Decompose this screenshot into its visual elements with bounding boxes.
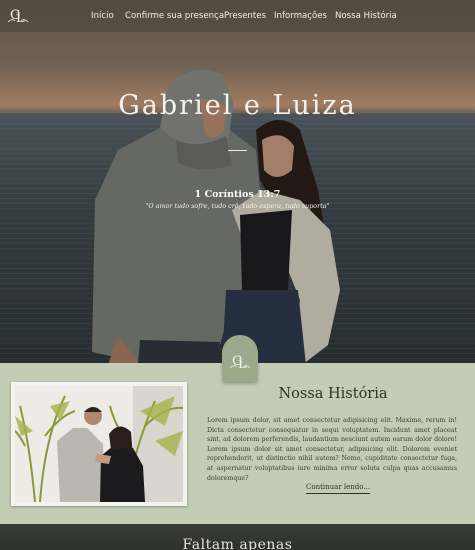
verse-reference: 1 Coríntios 13:7 [194,189,281,200]
nav-confirme-presenca[interactable]: Confirme sua presença [125,11,224,21]
couple-names-title: Gabriel e Luiza [118,90,357,121]
nav-presentes[interactable]: Presentes [224,11,266,21]
svg-text:L: L [16,11,25,26]
story-photo [15,386,183,502]
gl-monogram-icon: G L [229,354,251,372]
verse-text: "O amor tudo sofre, tudo crê, tudo esper… [145,202,330,210]
gl-monogram-icon[interactable]: G L [6,3,30,27]
hero-overlay [0,0,475,363]
story-body: Lorem ipsum dolor, sit amet consectetur … [207,417,457,482]
title-divider [228,150,247,151]
monogram-badge: G L [222,335,258,382]
story-title: Nossa História [278,386,388,402]
countdown-title: Faltam apenas [182,537,293,550]
hero-banner: Gabriel e Luiza 1 Coríntios 13:7 "O amor… [0,0,475,363]
countdown-section: Faltam apenas [0,524,475,550]
nav-nossa-historia[interactable]: Nossa História [335,11,397,21]
story-photo-frame [11,382,187,506]
svg-text:L: L [238,357,247,372]
continue-reading-link[interactable]: Continuar lendo... [306,483,371,494]
top-navbar: G L Início Confirme sua presença Present… [0,0,475,32]
nav-informacoes[interactable]: Informações [274,11,327,21]
nav-inicio[interactable]: Início [91,11,114,21]
